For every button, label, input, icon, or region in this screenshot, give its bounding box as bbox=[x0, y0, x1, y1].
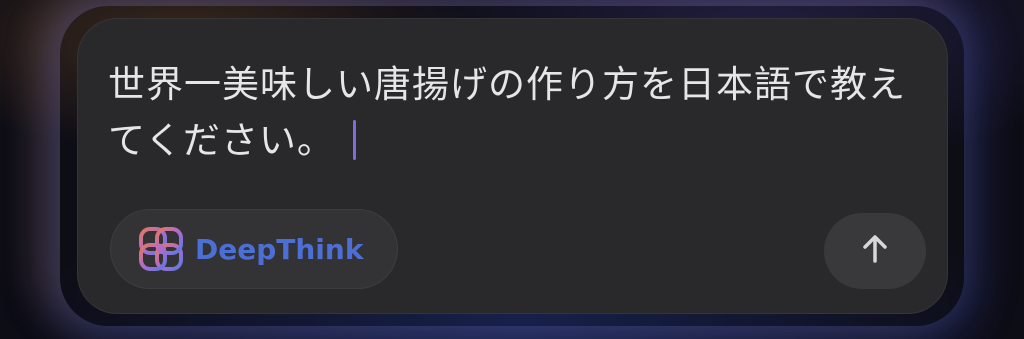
arrow-up-icon bbox=[858, 232, 892, 270]
prompt-text: 世界一美味しい唐揚げの作り方を日本語で教えてください。 bbox=[108, 63, 906, 162]
deepthink-knot-icon bbox=[135, 223, 187, 275]
text-caret bbox=[352, 120, 356, 160]
app-stage: 世界一美味しい唐揚げの作り方を日本語で教えてください。 DeepThink bbox=[0, 0, 1024, 339]
send-button[interactable] bbox=[824, 213, 926, 289]
prompt-composer[interactable]: 世界一美味しい唐揚げの作り方を日本語で教えてください。 DeepThink bbox=[77, 18, 948, 314]
deepthink-toggle-button[interactable]: DeepThink bbox=[110, 209, 398, 289]
deepthink-label: DeepThink bbox=[195, 232, 364, 266]
prompt-input[interactable]: 世界一美味しい唐揚げの作り方を日本語で教えてください。 bbox=[108, 57, 908, 169]
